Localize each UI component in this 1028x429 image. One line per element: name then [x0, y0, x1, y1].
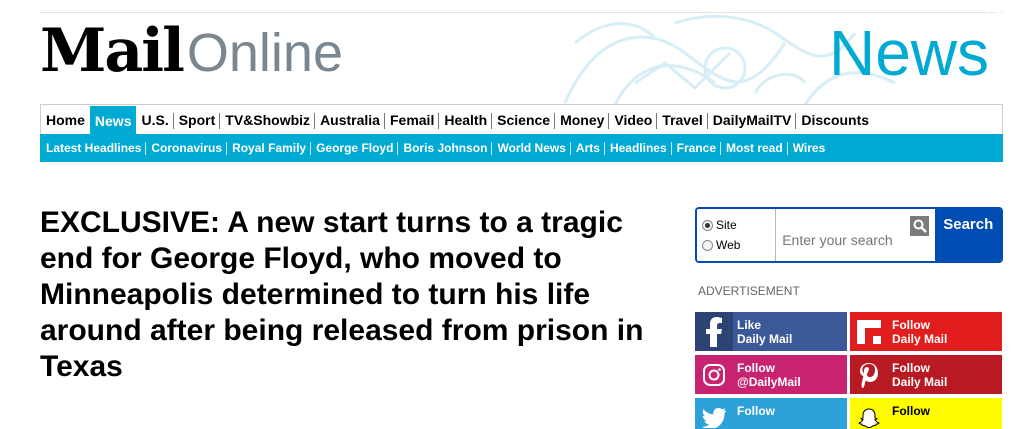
secondary-nav: Latest Headlines Coronavirus Royal Family G… — [40, 134, 1003, 162]
advertisement-label: ADVERTISEMENT — [698, 284, 800, 298]
primary-nav: Home News U.S. Sport TV&Showbiz Australia Fema… — [40, 104, 1003, 137]
nav-item-money[interactable]: Money — [555, 105, 610, 136]
flipboard-follow-button[interactable]: Follow Daily Mail — [850, 312, 1002, 351]
flipboard-icon — [850, 312, 888, 351]
flipboard-line2: Daily Mail — [892, 332, 948, 346]
radio-web-label: Web — [716, 238, 741, 252]
radio-site-button[interactable] — [702, 219, 713, 231]
snapchat-line1: Follow — [892, 404, 930, 418]
masthead: Mail Online News — [40, 12, 1003, 104]
nav-item-discounts[interactable]: Discounts — [796, 105, 874, 136]
pinterest-line2: Daily Mail — [892, 375, 948, 389]
facebook-icon — [695, 312, 733, 351]
pinterest-line1: Follow — [892, 361, 930, 375]
subnav-item-wires[interactable]: Wires — [788, 141, 831, 155]
search-input[interactable] — [776, 209, 911, 261]
radio-site-label: Site — [716, 218, 737, 232]
nav-item-dailymailtv[interactable]: DailyMailTV — [708, 105, 797, 136]
flipboard-line1: Follow — [892, 318, 930, 332]
search-scope: Site Web — [697, 209, 777, 261]
nav-item-health[interactable]: Health — [439, 105, 492, 136]
mailonline-logo[interactable]: Mail Online — [40, 21, 343, 83]
nav-item-home[interactable]: Home — [41, 105, 90, 136]
nav-item-tv-showbiz[interactable]: TV&Showbiz — [220, 105, 315, 136]
radio-site[interactable]: Site — [702, 215, 775, 235]
subnav-item-france[interactable]: France — [672, 141, 722, 155]
nav-item-femail[interactable]: Femail — [385, 105, 440, 136]
login-link[interactable]: Login — [987, 7, 1020, 21]
search-button[interactable]: Search — [935, 209, 1001, 261]
section-title: News — [828, 17, 989, 89]
nav-item-australia[interactable]: Australia — [315, 105, 385, 136]
twitter-follow-button[interactable]: Follow — [695, 398, 847, 429]
instagram-follow-button[interactable]: Follow @DailyMail — [695, 355, 847, 394]
nav-item-science[interactable]: Science — [492, 105, 556, 136]
subnav-item-royal-family[interactable]: Royal Family — [227, 141, 312, 155]
search-box: Site Web Search — [695, 207, 1003, 263]
article-headline[interactable]: EXCLUSIVE: A new start turns to a tragic… — [40, 205, 660, 385]
logo-mail-text: Mail — [40, 16, 185, 86]
pinterest-icon — [850, 355, 888, 394]
subnav-item-arts[interactable]: Arts — [571, 141, 605, 155]
subnav-item-most-read[interactable]: Most read — [721, 141, 788, 155]
subnav-item-latest-headlines[interactable]: Latest Headlines — [41, 141, 147, 155]
radio-web-button[interactable] — [702, 239, 713, 251]
facebook-line2: Daily Mail — [737, 332, 793, 346]
pinterest-follow-button[interactable]: Follow Daily Mail — [850, 355, 1002, 394]
nav-item-travel[interactable]: Travel — [657, 105, 709, 136]
subnav-item-george-floyd[interactable]: George Floyd — [311, 141, 399, 155]
snapchat-follow-button[interactable]: Follow — [850, 398, 1002, 429]
nav-item-sport[interactable]: Sport — [174, 105, 221, 136]
subnav-item-headlines[interactable]: Headlines — [605, 141, 672, 155]
radio-web[interactable]: Web — [702, 235, 775, 255]
instagram-line1: Follow — [737, 361, 775, 375]
search-icon[interactable] — [910, 216, 930, 236]
subnav-item-coronavirus[interactable]: Coronavirus — [146, 141, 227, 155]
nav-item-u-s[interactable]: U.S. — [136, 105, 174, 136]
nav-item-news[interactable]: News — [89, 105, 137, 137]
facebook-like-button[interactable]: Like Daily Mail — [695, 312, 847, 351]
facebook-line1: Like — [737, 318, 762, 332]
subnav-item-world-news[interactable]: World News — [492, 141, 572, 155]
twitter-icon — [695, 398, 733, 429]
twitter-line1: Follow — [737, 404, 775, 418]
snapchat-icon — [850, 398, 888, 429]
instagram-line2: @DailyMail — [737, 375, 801, 389]
instagram-icon — [695, 355, 733, 394]
subnav-item-boris-johnson[interactable]: Boris Johnson — [398, 141, 493, 155]
nav-item-video[interactable]: Video — [609, 105, 658, 136]
logo-online-text: Online — [186, 23, 343, 83]
